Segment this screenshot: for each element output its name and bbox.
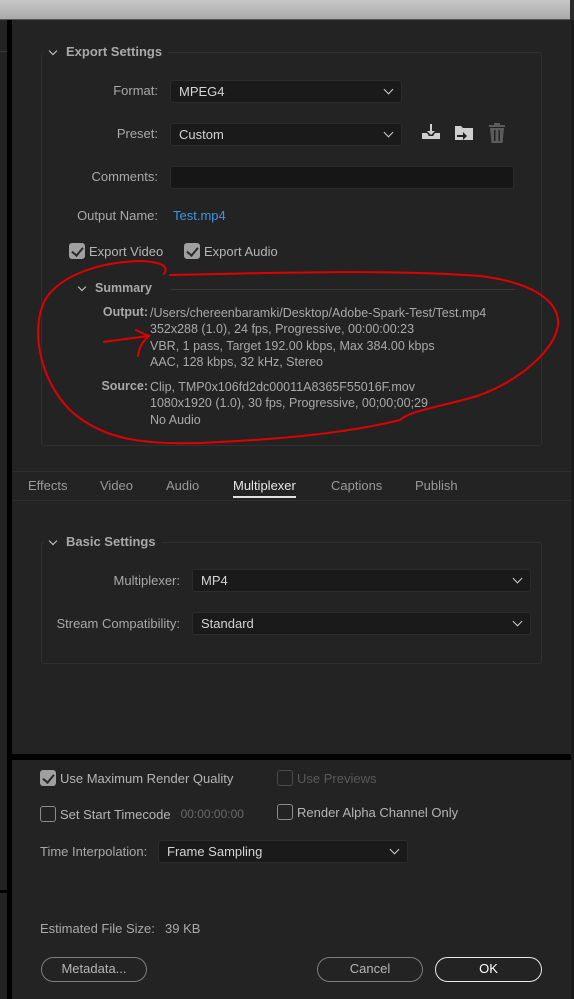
tab-video[interactable]: Video [100,478,133,493]
source-clip: Clip, TMP0x106fd2dc00011A8365F55016F.mov [150,380,415,394]
chevron-down-icon [389,844,400,855]
tab-bar: Effects Video Audio Multiplexer Captions… [13,471,571,501]
output-path: /Users/chereenbaramki/Desktop/Adobe-Spar… [150,306,487,320]
output-label: Output: [102,305,148,319]
file-size-label: Estimated File Size: [40,921,155,936]
start-timecode-label: Set Start Timecode [60,806,171,822]
checkbox-unchecked-icon[interactable] [277,770,293,786]
time-interpolation-label: Time Interpolation: [40,844,148,859]
render-alpha-checkbox[interactable]: Render Alpha Channel Only [277,804,458,820]
max-render-quality-checkbox[interactable]: Use Maximum Render Quality [40,770,233,786]
source-video-info: 1080x1920 (1.0), 30 fps, Progressive, 00… [150,396,428,410]
comments-label: Comments: [91,169,158,184]
chevron-down-icon[interactable] [48,47,58,57]
render-alpha-label: Render Alpha Channel Only [297,804,459,820]
basic-settings-group [41,542,542,664]
preset-label: Preset: [116,126,158,141]
save-preset-icon[interactable] [420,122,442,144]
basic-settings-title: Basic Settings [66,534,156,549]
output-video-info: 352x288 (1.0), 24 fps, Progressive, 00:0… [150,322,415,336]
chevron-down-icon [383,127,394,138]
export-settings-header[interactable]: Export Settings [44,44,169,59]
format-label: Format: [113,83,158,98]
checkbox-checked-icon[interactable] [40,770,56,786]
tab-multiplexer[interactable]: Multiplexer [233,478,296,498]
use-previews-label: Use Previews [297,770,377,786]
chevron-down-icon [512,616,523,627]
source-label: Source: [101,379,148,393]
chevron-down-icon[interactable] [48,537,58,547]
output-bitrate-info: VBR, 1 pass, Target 192.00 kbps, Max 384… [150,339,435,353]
stream-compatibility-select[interactable]: Standard [192,612,531,635]
multiplexer-value: MP4 [201,573,228,588]
export-video-checkbox[interactable]: Export Video [69,243,163,259]
chevron-down-icon [512,573,523,584]
delete-preset-icon[interactable] [486,122,508,144]
export-settings-title: Export Settings [66,44,163,59]
source-audio-info: No Audio [150,413,201,427]
summary-divider [170,289,515,290]
preset-select[interactable]: Custom [170,123,402,146]
window-title-bar [0,0,574,20]
title-bar-edge [570,0,574,20]
export-audio-label: Export Audio [204,243,278,259]
tab-effects[interactable]: Effects [28,478,68,493]
checkbox-checked-icon[interactable] [184,243,200,259]
metadata-button[interactable]: Metadata... [41,957,147,982]
export-audio-checkbox[interactable]: Export Audio [184,243,278,259]
export-video-label: Export Video [89,243,164,259]
use-previews-checkbox[interactable]: Use Previews [277,770,376,786]
format-select[interactable]: MPEG4 [170,80,402,103]
format-value: MPEG4 [179,84,225,99]
basic-settings-header[interactable]: Basic Settings [44,534,162,549]
checkbox-unchecked-icon[interactable] [277,804,293,820]
file-size-value: 39 KB [165,921,201,936]
tab-captions[interactable]: Captions [331,478,382,493]
preset-value: Custom [179,127,224,142]
chevron-down-icon [383,84,394,95]
summary-title: Summary [95,281,152,295]
output-name-link[interactable]: Test.mp4 [173,208,226,223]
chevron-down-icon[interactable] [77,283,87,293]
start-timecode-value: 00:00:00:00 [180,807,244,821]
tab-audio[interactable]: Audio [166,478,199,493]
time-interpolation-select[interactable]: Frame Sampling [158,840,408,863]
max-render-quality-label: Use Maximum Render Quality [60,770,234,786]
time-interpolation-value: Frame Sampling [167,844,263,859]
checkbox-checked-icon[interactable] [69,243,85,259]
stream-compatibility-value: Standard [201,616,254,631]
start-timecode-checkbox[interactable]: Set Start Timecode 00:00:00:00 [40,806,244,822]
left-panel-strip [0,20,7,999]
summary-header[interactable]: Summary [73,281,158,295]
multiplexer-select[interactable]: MP4 [192,569,531,592]
comments-input[interactable] [170,166,514,189]
import-preset-icon[interactable] [453,122,475,144]
checkbox-unchecked-icon[interactable] [40,806,56,822]
stream-compatibility-label: Stream Compatibility: [56,616,180,631]
ok-button[interactable]: OK [435,957,542,982]
cancel-button[interactable]: Cancel [317,957,423,982]
multiplexer-label: Multiplexer: [113,573,180,588]
output-name-label: Output Name: [77,208,158,223]
output-audio-info: AAC, 128 kbps, 32 kHz, Stereo [150,355,324,369]
tab-publish[interactable]: Publish [415,478,458,493]
